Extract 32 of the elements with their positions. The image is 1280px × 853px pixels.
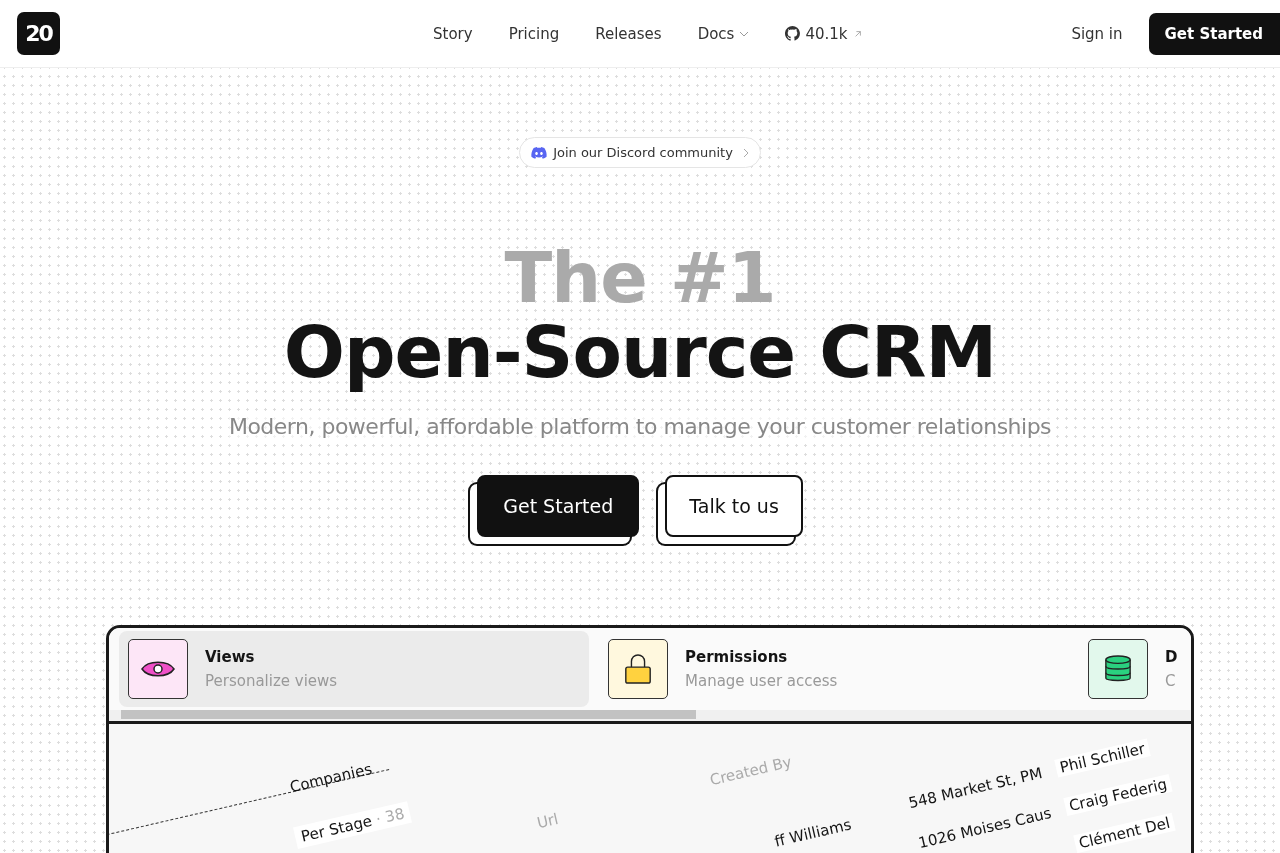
feature-tab[interactable]: Views Personalize views — [119, 631, 589, 707]
discord-icon — [531, 146, 548, 159]
feature-tab[interactable]: D C — [1079, 631, 1191, 707]
feature-description: Personalize views — [205, 672, 338, 690]
hero-title: The #1 — [504, 243, 776, 313]
table-cell: ff Williams — [772, 815, 853, 851]
database-icon — [1104, 654, 1132, 684]
nav-link[interactable]: Releases — [595, 24, 662, 43]
view-selector[interactable]: Per Stage · 38 — [293, 801, 413, 849]
chevron-down-icon — [739, 29, 750, 38]
nav-link[interactable]: Pricing — [508, 24, 560, 43]
chevron-right-icon — [742, 147, 749, 158]
feature-title: Permissions — [685, 648, 789, 666]
get-started-button[interactable]: Get Started — [1148, 12, 1280, 55]
nav-link[interactable]: 40.1k — [785, 24, 863, 43]
feature-description: Manage user access — [685, 672, 838, 690]
feature-tab[interactable]: Permissions Manage user access — [599, 631, 1069, 707]
github-icon — [785, 26, 801, 41]
horizontal-scrollbar[interactable] — [109, 710, 1191, 721]
column-header: Url — [535, 809, 561, 833]
discord-badge[interactable]: Join our Discord community — [519, 137, 761, 168]
column-header: Created By — [708, 752, 794, 790]
nav-link[interactable]: Docs — [697, 24, 750, 43]
nav-link[interactable]: Story — [433, 24, 473, 43]
feature-title: Views — [205, 648, 256, 666]
logo[interactable]: 20 — [17, 12, 60, 55]
lock-icon — [623, 653, 653, 685]
sign-in-link[interactable]: Sign in — [1071, 24, 1123, 43]
feature-description: C — [1165, 672, 1177, 690]
feature-title: D — [1165, 648, 1178, 666]
hero-subtitle: Modern, powerful, affordable platform to manage your customer relationships — [228, 414, 1052, 439]
table-cell: 548 Market St, PM — [906, 763, 1044, 813]
